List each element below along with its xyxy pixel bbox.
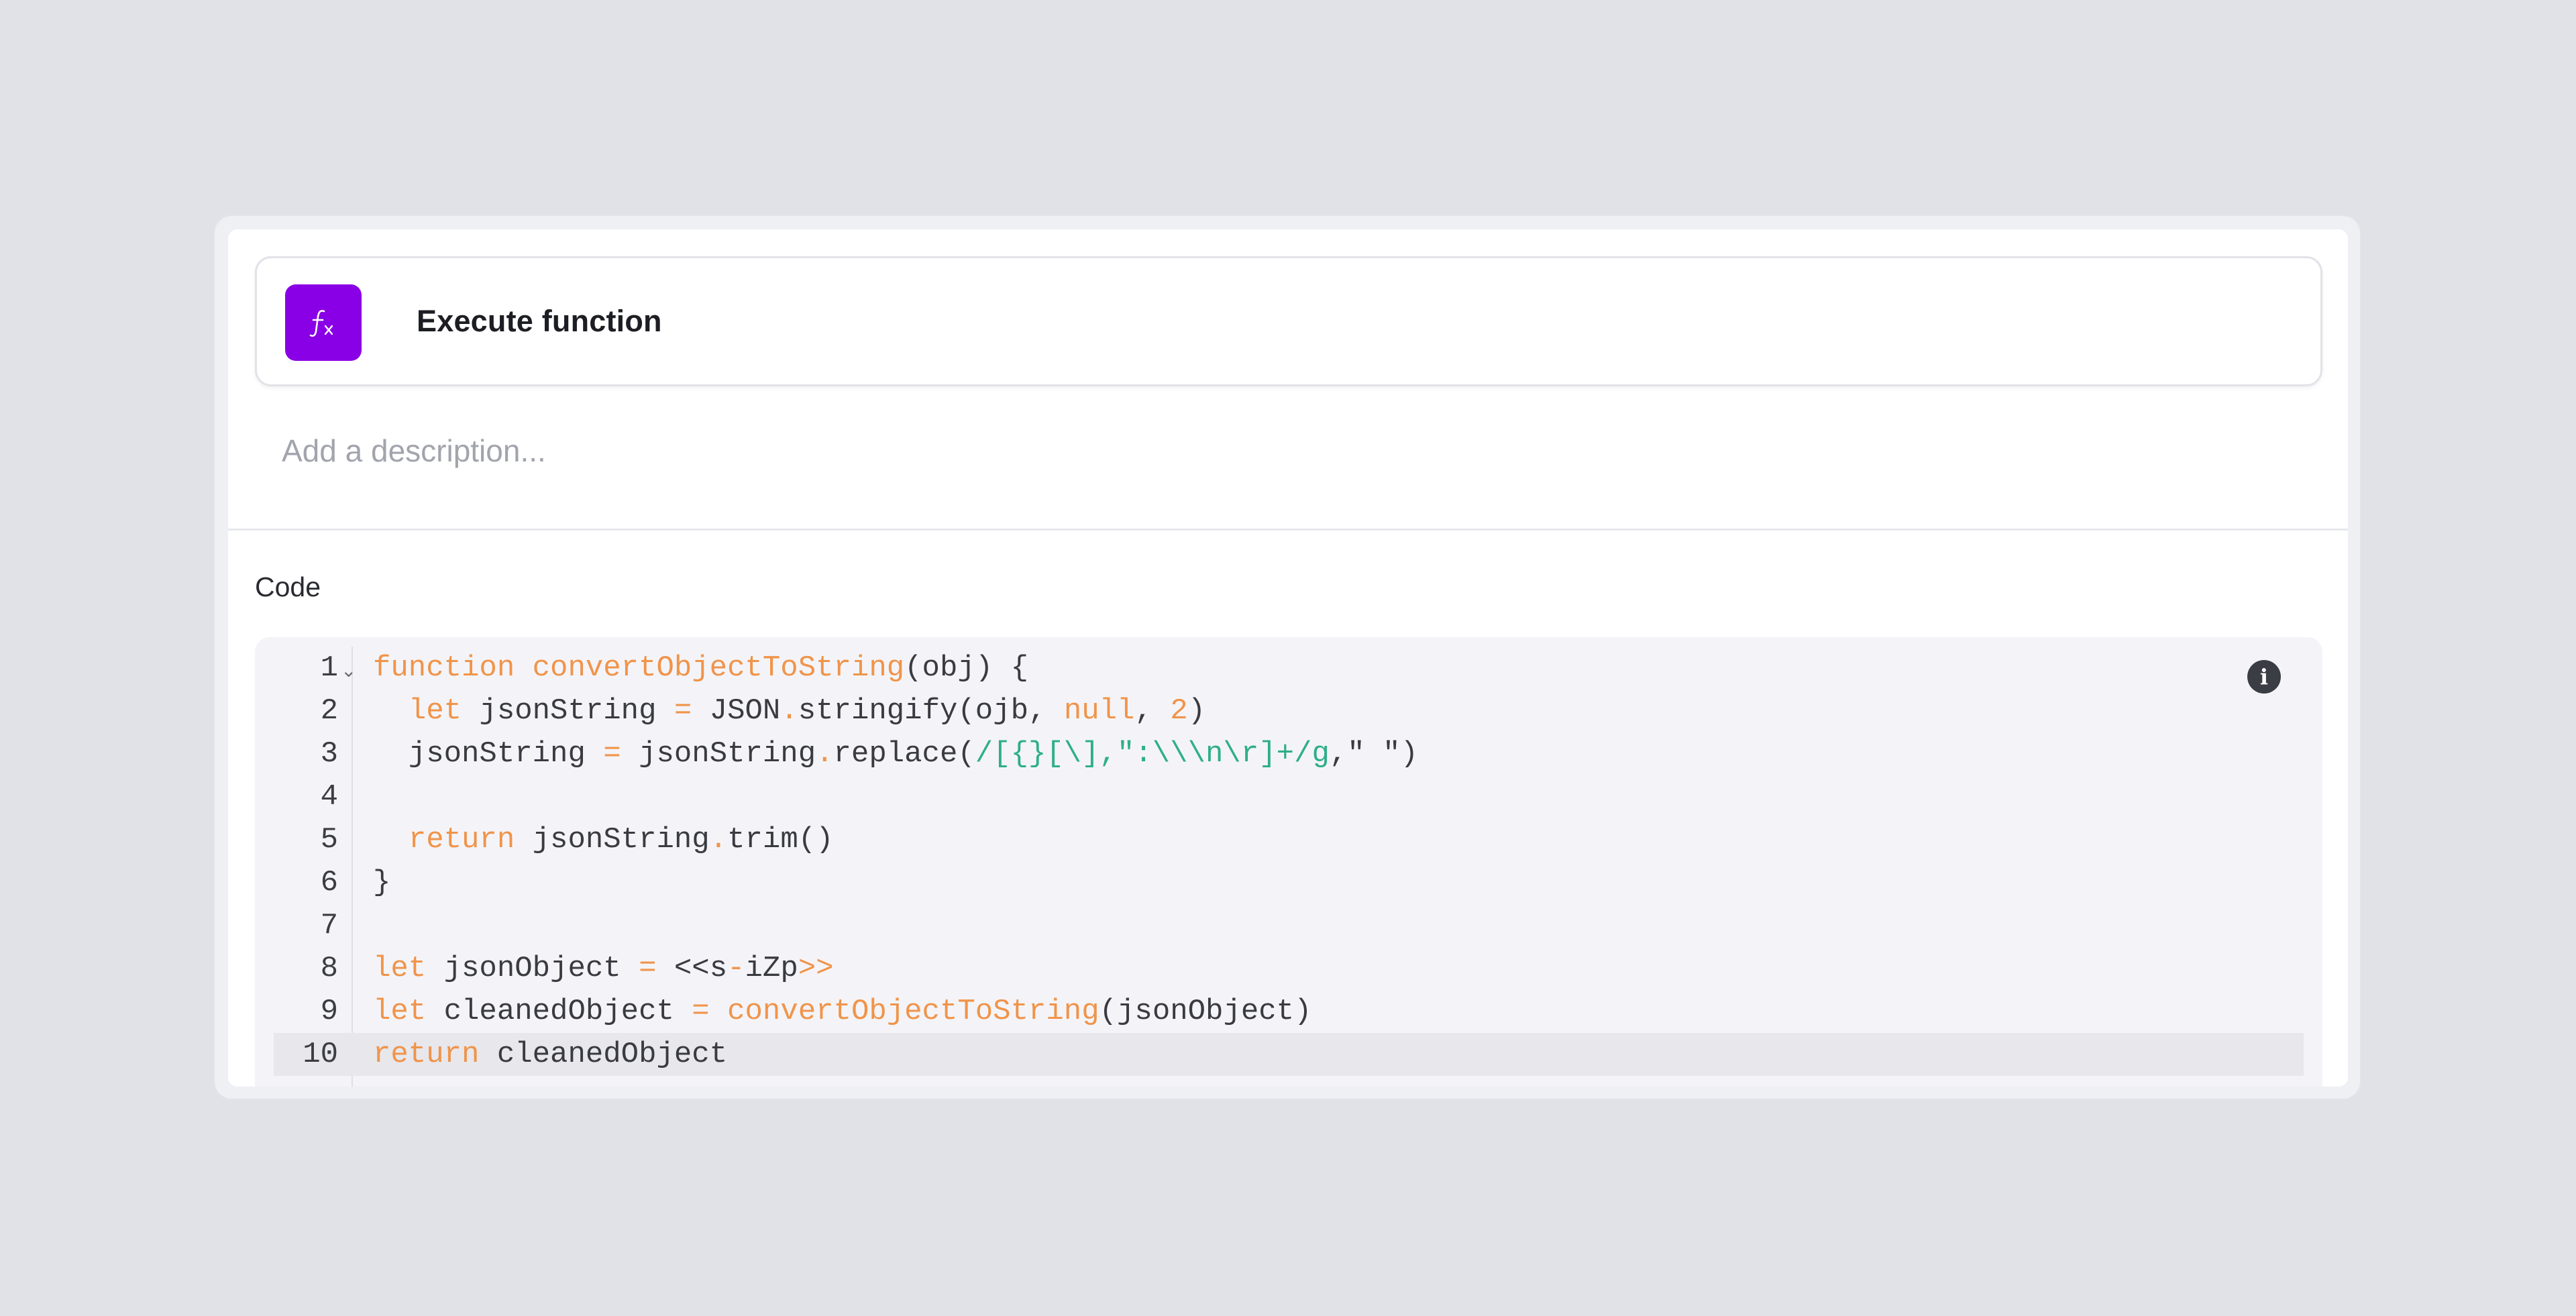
code-token: = xyxy=(692,995,710,1028)
code-token: null xyxy=(1063,694,1135,728)
line-number: 10 xyxy=(303,1038,338,1071)
code-token: trim() xyxy=(727,823,834,857)
code-token: jsonString xyxy=(373,737,604,771)
line-number: 4 xyxy=(320,780,338,814)
code-token: cleanedObject xyxy=(426,995,692,1028)
code-token: . xyxy=(780,694,798,728)
code-line[interactable]: 2 let jsonString = JSON.stringify(ojb, n… xyxy=(274,690,2304,732)
code-token: } xyxy=(373,866,391,899)
code-text: let cleanedObject = convertObjectToStrin… xyxy=(373,990,1311,1033)
fold-chevron-icon[interactable]: ⌄ xyxy=(341,649,356,692)
section-divider xyxy=(228,529,2348,531)
function-icon xyxy=(285,284,362,361)
code-line[interactable]: 5 return jsonString.trim() xyxy=(274,818,2304,861)
code-text: let jsonString = JSON.stringify(ojb, nul… xyxy=(373,690,1205,732)
code-token: = xyxy=(674,694,692,728)
code-token: replace( xyxy=(833,737,975,771)
code-token: >> xyxy=(798,952,834,985)
code-token: function xyxy=(373,651,515,685)
line-number: 8 xyxy=(320,952,338,985)
code-token: = xyxy=(639,952,657,985)
line-number: 7 xyxy=(320,909,338,942)
code-token: jsonString xyxy=(621,737,816,771)
code-token: (jsonObject) xyxy=(1099,995,1312,1028)
code-text: } xyxy=(373,861,390,904)
code-line[interactable]: 7 xyxy=(274,904,2304,947)
code-token: JSON xyxy=(692,694,781,728)
code-token: return xyxy=(408,823,515,857)
code-token: - xyxy=(727,952,745,985)
step-header[interactable]: Execute function xyxy=(255,256,2322,386)
code-text: let jsonObject = <<s-iZp>> xyxy=(373,947,834,990)
code-token: jsonString xyxy=(515,823,710,857)
code-line[interactable]: 9 let cleanedObject = convertObjectToStri… xyxy=(274,990,2304,1033)
line-number: 9 xyxy=(320,995,338,1028)
line-number: 6 xyxy=(320,866,338,899)
code-token: let xyxy=(373,952,427,985)
code-token: 2 xyxy=(1170,694,1188,728)
code-token: convertObjectToString xyxy=(727,995,1099,1028)
code-token: ) xyxy=(1187,694,1206,728)
code-editor[interactable]: i 1 ⌄ function convertObjectToString(obj) … xyxy=(255,637,2322,1087)
code-token: stringify(ojb, xyxy=(798,694,1064,728)
code-token: <<s xyxy=(656,952,728,985)
code-token: , xyxy=(1134,694,1171,728)
code-token: /[{}[\],":\\\n\r]+/g xyxy=(975,737,1330,771)
code-token: = xyxy=(603,737,621,771)
line-number: 2 xyxy=(320,694,338,728)
code-line[interactable]: 3 jsonString = jsonString.replace(/[{}[\… xyxy=(274,732,2304,775)
code-token: . xyxy=(709,823,728,857)
code-token: jsonString xyxy=(462,694,674,728)
code-token: . xyxy=(816,737,834,771)
step-config-panel: Execute function Code i 1⌄function conve… xyxy=(228,229,2348,1087)
code-token: convertObjectToString xyxy=(532,651,905,685)
code-line[interactable]: 6} xyxy=(274,861,2304,904)
line-number: 3 xyxy=(320,737,338,771)
code-label: Code xyxy=(255,571,321,602)
code-token: cleanedObject xyxy=(479,1038,728,1071)
code-line[interactable]: 1 ⌄ function convertObjectToString(obj) { xyxy=(274,647,2304,690)
description-input[interactable] xyxy=(282,424,2294,478)
code-token: (obj) { xyxy=(904,651,1028,685)
line-number: 5 xyxy=(320,823,338,857)
code-text: jsonString = jsonString.replace(/[{}[\],… xyxy=(373,732,1418,775)
code-token: let xyxy=(408,694,462,728)
code-text: return jsonString.trim() xyxy=(373,818,834,861)
fx-glyph xyxy=(309,310,333,337)
line-number: 1 xyxy=(320,651,338,685)
code-token: iZp xyxy=(745,952,798,985)
code-token: return xyxy=(373,1038,480,1071)
code-line[interactable]: 10 return cleanedObject xyxy=(274,1033,2304,1076)
code-token: let xyxy=(373,995,427,1028)
code-line[interactable]: 4 xyxy=(274,775,2304,818)
code-text: return cleanedObject xyxy=(373,1033,727,1076)
step-title: Execute function xyxy=(417,304,662,338)
code-text: function convertObjectToString(obj) { xyxy=(373,647,1028,690)
code-line[interactable]: 8 let jsonObject = <<s-iZp>> xyxy=(274,947,2304,990)
code-token: jsonObject xyxy=(426,952,639,985)
code-token: ," ") xyxy=(1329,737,1418,771)
